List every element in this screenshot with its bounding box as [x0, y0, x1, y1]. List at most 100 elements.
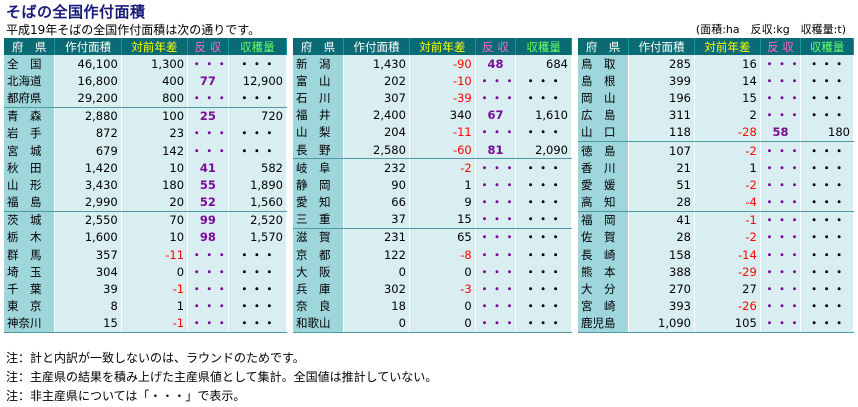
- header-row: 府 県作付面積 対前年差反 収収穫量: [4, 38, 288, 55]
- cell-pref: 徳 島: [578, 141, 630, 160]
- table-row: 神奈川 15 -1 ・・・ ・・・: [4, 314, 288, 333]
- cell-area: 3,430: [54, 176, 122, 194]
- cell-area: 1,090: [628, 314, 695, 333]
- cell-diff: -1: [694, 211, 761, 229]
- cell-diff: -11: [121, 246, 189, 264]
- cell-harvest: ・・・: [515, 210, 572, 229]
- cell-pref: 島 根: [578, 72, 630, 90]
- cell-area: 8: [54, 297, 122, 315]
- cell-pref: 長 崎: [578, 246, 630, 264]
- table-row: 静 岡 90 1 ・・・ ・・・: [293, 176, 572, 194]
- cell-harvest: 1,890: [228, 176, 288, 194]
- cell-harvest: ・・・: [515, 72, 572, 90]
- cell-harvest: ・・・: [228, 246, 288, 264]
- cell-yield: ・・・: [475, 89, 517, 107]
- cell-harvest: 684: [515, 55, 572, 73]
- cell-harvest: 180: [800, 123, 854, 142]
- cell-area: 29,200: [54, 89, 122, 108]
- cell-harvest: ・・・: [800, 89, 854, 107]
- cell-yield: 77: [187, 72, 229, 90]
- table-row: 大 阪 0 0 ・・・ ・・・: [293, 263, 572, 281]
- cell-yield: ・・・: [475, 246, 517, 264]
- cell-diff: 0: [409, 297, 476, 315]
- cell-yield: ・・・: [760, 141, 802, 160]
- cell-diff: -8: [409, 246, 476, 264]
- cell-area: 2,990: [54, 193, 122, 212]
- cell-pref: 岐 阜: [293, 158, 345, 177]
- cell-pref: 愛 媛: [578, 176, 630, 194]
- cell-pref: 埼 玉: [4, 263, 56, 281]
- cell-pref: 千 葉: [4, 280, 56, 298]
- page-title: そばの全国作付面積: [6, 3, 146, 21]
- table-row: 山 口 118 -28 58 180: [578, 123, 854, 142]
- cell-yield: ・・・: [760, 297, 802, 315]
- cell-area: 41: [628, 211, 695, 229]
- table-row: 奈 良 18 0 ・・・ ・・・: [293, 297, 572, 315]
- cell-area: 0: [343, 263, 410, 281]
- cell-pref: 山 形: [4, 176, 56, 194]
- table-row: 滋 賀 231 65 ・・・ ・・・: [293, 228, 572, 247]
- table-row: 岡 山 196 15 ・・・ ・・・: [578, 89, 854, 107]
- table-row: 群 馬 357 -11 ・・・ ・・・: [4, 246, 288, 264]
- cell-area: 46,100: [54, 55, 122, 73]
- cell-area: 21: [628, 159, 695, 177]
- cell-pref: 北海道: [4, 72, 56, 90]
- cell-area: 122: [343, 246, 410, 264]
- cell-pref: 奈 良: [293, 297, 345, 315]
- cell-harvest: 582: [228, 159, 288, 177]
- cell-harvest: 1,570: [228, 228, 288, 247]
- table-row: 徳 島 107 -2 ・・・ ・・・: [578, 141, 854, 160]
- cell-area: 18: [343, 297, 410, 315]
- cell-yield: ・・・: [475, 210, 517, 229]
- cell-pref: 福 井: [293, 106, 345, 124]
- cell-pref: 富 山: [293, 72, 345, 90]
- cell-area: 204: [343, 123, 410, 141]
- note-1: 注：計と内訳が一致しないのは、ラウンドのためです。: [6, 351, 305, 365]
- table-row: 山 形 3,430 180 55 1,890: [4, 176, 288, 194]
- cell-diff: -28: [694, 123, 761, 142]
- cell-diff: -90: [409, 55, 476, 73]
- cell-diff: -1: [121, 280, 189, 298]
- cell-yield: ・・・: [187, 141, 229, 160]
- cell-diff: -3: [409, 280, 476, 298]
- cell-pref: 兵 庫: [293, 280, 345, 298]
- cell-diff: 2: [694, 106, 761, 124]
- table-row: 石 川 307 -39 ・・・ ・・・: [293, 89, 572, 107]
- cell-yield: ・・・: [760, 246, 802, 264]
- cell-yield: ・・・: [187, 297, 229, 315]
- table-block-3: 府 県作付面積 対前年差反 収収穫量鳥 取 285 16 ・・・ ・・・島 根 399 14 ・…: [578, 38, 854, 333]
- table-row: 佐 賀 28 -2 ・・・ ・・・: [578, 228, 854, 247]
- cell-diff: 0: [121, 263, 189, 281]
- cell-diff: -2: [409, 158, 476, 177]
- cell-diff: 1: [694, 159, 761, 177]
- cell-area: 196: [628, 89, 695, 107]
- cell-harvest: ・・・: [515, 280, 572, 298]
- cell-pref: 愛 知: [293, 193, 345, 211]
- cell-yield: ・・・: [475, 72, 517, 90]
- cell-area: 231: [343, 228, 410, 247]
- table-row: 兵 庫 302 -3 ・・・ ・・・: [293, 280, 572, 298]
- cell-yield: 67: [475, 106, 517, 124]
- cell-harvest: ・・・: [800, 297, 854, 315]
- cell-area: 39: [54, 280, 122, 298]
- cell-yield: ・・・: [760, 263, 802, 281]
- cell-pref: 香 川: [578, 159, 630, 177]
- cell-pref: 和歌山: [293, 314, 345, 333]
- cell-yield: 58: [760, 123, 802, 142]
- table-row: 長 崎 158 -14 ・・・ ・・・: [578, 246, 854, 264]
- cell-yield: ・・・: [475, 314, 517, 333]
- note-2: 注：主産県の結果を積み上げた主産県値として集計。全国値は推計していない。: [6, 370, 438, 384]
- cell-harvest: ・・・: [800, 141, 854, 160]
- cell-diff: 180: [121, 176, 189, 194]
- cell-yield: ・・・: [760, 176, 802, 194]
- cell-diff: 800: [121, 89, 189, 108]
- cell-area: 1,420: [54, 159, 122, 177]
- cell-diff: -2: [694, 141, 761, 160]
- cell-diff: -11: [409, 123, 476, 141]
- cell-area: 304: [54, 263, 122, 281]
- cell-harvest: ・・・: [515, 123, 572, 141]
- cell-pref: 広 島: [578, 106, 630, 124]
- cell-harvest: 720: [228, 107, 288, 125]
- table-row: 富 山 202 -10 ・・・ ・・・: [293, 72, 572, 90]
- cell-yield: ・・・: [475, 193, 517, 211]
